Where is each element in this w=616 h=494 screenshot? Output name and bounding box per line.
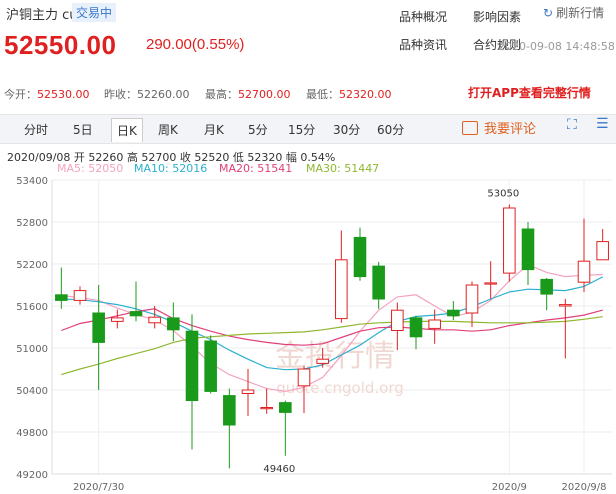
y-tick-label: 50400 [16,386,48,397]
tab-timeshare[interactable]: 分时 [24,121,48,138]
candle-body [204,340,217,392]
link-factors[interactable]: 影响因素 [473,8,521,25]
trading-status-badge: 交易中 [72,3,117,22]
refresh-button[interactable]: ↻ 刷新行情 [543,4,604,21]
candle-body [372,265,385,300]
comment-button[interactable]: 我要评论 [462,118,536,137]
y-tick-label: 51000 [16,344,48,355]
candle-body [148,316,161,324]
x-tick-label: 2020/7/30 [73,482,124,493]
candle-body [279,402,292,413]
high-value: 52700.00 [238,88,291,101]
edit-icon [462,121,478,135]
candlestick-chart: 53400 52800 52200 51600 51000 50400 49800 49200… [16,176,612,493]
candle-body [540,278,553,295]
candle-body [241,389,255,394]
candle-body [223,395,236,426]
candle-body [185,330,199,402]
candle-body [596,241,609,261]
candle-body [559,304,572,307]
y-tick-label: 51600 [16,302,48,313]
candle-body [577,260,591,283]
tab-15min[interactable]: 15分 [288,121,315,138]
tab-60min[interactable]: 60分 [377,121,404,138]
x-tick-label: 2020/9/8 [562,482,607,493]
candle-body [409,317,423,338]
quote-timestamp: 2020-09-08 14:48:58 [498,40,615,53]
candle-body [521,228,535,271]
candle-body [260,407,273,410]
candle-body [92,312,105,343]
y-tick-label: 49200 [16,470,48,481]
menu-icon[interactable]: ☰ [596,116,609,132]
candle-body [428,319,441,329]
open-app-link[interactable]: 打开APP查看完整行情 [468,84,591,101]
tab-5day[interactable]: 5日 [73,121,93,138]
high-stat: 最高：52700.00 [205,86,291,102]
candle-body [316,358,329,364]
fullscreen-icon[interactable]: ⛶ [567,117,577,133]
candle-body [129,311,143,317]
price-change: 290.00(0.55%) [146,36,245,53]
tab-daily-k[interactable]: 日K [111,118,143,142]
candle-body [73,290,87,301]
y-tick-label: 52200 [16,260,48,271]
candle-body [447,309,460,317]
prev-close-stat: 昨收：52260.00 [104,86,190,102]
refresh-icon: ↻ [543,6,554,20]
low-label: 最低： [306,88,339,101]
candle-body [391,309,404,332]
y-tick-label: 53400 [16,176,48,187]
link-news[interactable]: 品种资讯 [399,36,447,53]
x-tick-label: 2020/9 [492,482,527,493]
tab-weekly-k[interactable]: 周K [158,121,178,138]
tab-30min[interactable]: 30分 [333,121,360,138]
candle-body [297,368,311,387]
open-label: 今开： [4,88,37,101]
link-overview[interactable]: 品种概况 [399,8,447,25]
candle-body [353,236,367,278]
refresh-label: 刷新行情 [556,6,605,20]
open-stat: 今开：52530.00 [4,86,90,102]
y-tick-label: 49800 [16,428,48,439]
tab-monthly-k[interactable]: 月K [204,121,224,138]
low-value: 52320.00 [339,88,392,101]
candle-body [335,259,348,320]
prev-value: 52260.00 [137,88,190,101]
candle-body [465,284,479,314]
high-label: 最高： [205,88,238,101]
y-tick-label: 52800 [16,218,48,229]
watermark-en: quote.cngold.org [276,379,404,397]
min-annotation: 49460 [263,464,295,475]
candle-body [167,317,180,331]
comment-label: 我要评论 [484,122,537,137]
candle-body [484,282,497,285]
tab-5min[interactable]: 5分 [248,121,268,138]
low-stat: 最低：52320.00 [306,86,392,102]
max-annotation: 53050 [487,189,519,200]
candle-body [111,317,124,322]
open-value: 52530.00 [37,88,90,101]
candle-body [503,207,516,274]
current-price: 52550.00 [4,30,117,60]
prev-label: 昨收： [104,88,137,101]
candle-body [55,294,68,301]
